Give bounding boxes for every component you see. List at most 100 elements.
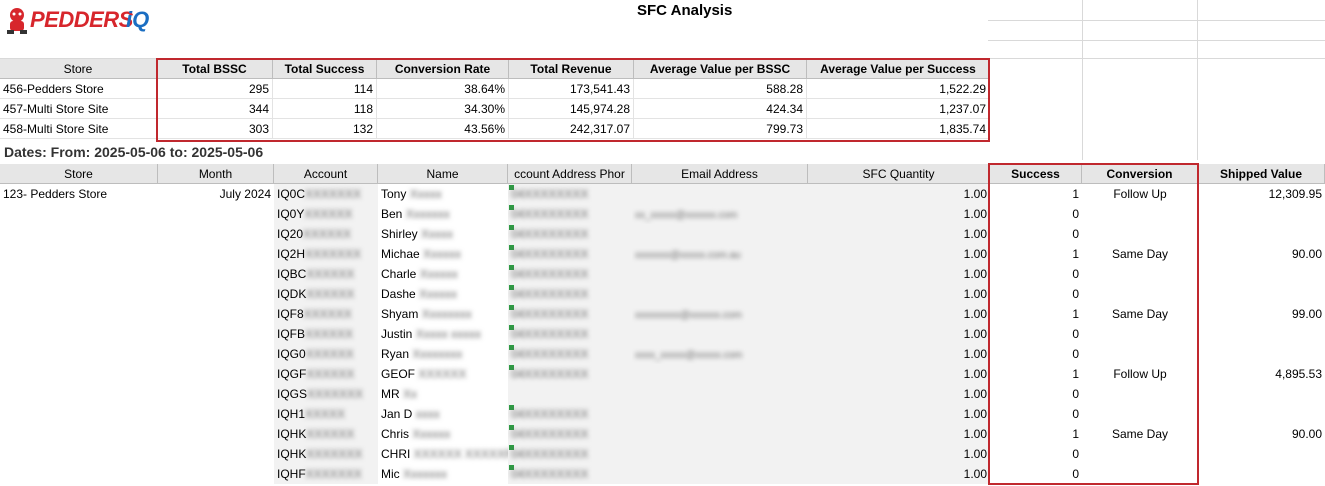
name-prefix: GEOF — [381, 367, 419, 381]
detail-header-6: SFC Quantity — [808, 164, 990, 184]
account-prefix: IQF8 — [277, 307, 304, 321]
summary-value-cell: 424.34 — [634, 99, 807, 119]
sfc-quantity-cell: 1.00 — [808, 204, 990, 224]
pedders-iq-logo: PEDDERS iQ — [4, 4, 156, 38]
account-prefix: IQ2H — [277, 247, 306, 261]
email-cell — [632, 184, 808, 204]
detail-header-2: Account — [274, 164, 378, 184]
summary-header-3: Conversion Rate — [377, 59, 509, 79]
name-redacted: XXXXXX — [418, 367, 467, 381]
phone-redacted: 04XXXXXXXX — [511, 207, 589, 221]
row-separator — [990, 484, 1082, 485]
email-cell — [632, 464, 808, 484]
account-prefix: IQ20 — [277, 227, 304, 241]
detail-header-7: Success — [990, 164, 1082, 184]
summary-value-cell: 1,835.74 — [807, 119, 990, 139]
summary-value-cell: 1,237.07 — [807, 99, 990, 119]
account-redacted: XXXXXX — [304, 207, 353, 221]
phone-cell: 04XXXXXXXX — [508, 424, 632, 444]
phone-cell: 04XXXXXXXX — [508, 324, 632, 344]
account-cell: IQBCXXXXXX — [274, 264, 378, 284]
account-redacted: XXXXXX — [303, 307, 352, 321]
phone-redacted: 04XXXXXXXX — [511, 407, 589, 421]
success-cell: 0 — [1072, 287, 1079, 301]
success-cell: 0 — [1072, 467, 1079, 481]
summary-value-cell: 118 — [273, 99, 377, 119]
email-cell: xxxxxxxxx@xxxxxx.com — [632, 304, 808, 324]
summary-store-cell: 457-Multi Store Site — [0, 99, 157, 119]
summary-header-6: Average Value per Success — [807, 59, 990, 79]
email-redacted: xxxx_xxxxx@xxxxx.com — [635, 350, 743, 361]
account-prefix: IQHK — [277, 427, 307, 441]
summary-value-cell: 588.28 — [634, 79, 807, 99]
shipped-value-cell — [1198, 464, 1325, 484]
shipped-value-cell: 90.00 — [1291, 247, 1322, 261]
sfc-quantity-cell: 1.00 — [808, 264, 990, 284]
name-cell: Chris Xxxxxx — [378, 424, 508, 444]
name-redacted: Xxxxxx — [419, 287, 458, 301]
success-cell: 1 — [1072, 307, 1079, 321]
logo-wordmark: PEDDERS — [30, 7, 133, 32]
name-cell: Ben Xxxxxxx — [378, 204, 508, 224]
sfc-quantity-cell: 1.00 — [808, 464, 990, 484]
conversion-cell: Same Day — [1111, 427, 1169, 441]
detail-month-cell: July 2024 — [219, 187, 271, 201]
name-cell: CHRI XXXXXX XXXXXR — [378, 444, 508, 464]
account-prefix: IQDK — [277, 287, 307, 301]
phone-redacted: 04XXXXXXXX — [511, 187, 589, 201]
sfc-quantity-cell: 1.00 — [808, 404, 990, 424]
row-separator — [508, 484, 632, 485]
summary-value-cell: 242,317.07 — [509, 119, 634, 139]
name-prefix: Justin — [381, 327, 416, 341]
summary-value-cell: 303 — [157, 119, 273, 139]
phone-redacted: 04XXXXXXXX — [511, 427, 589, 441]
account-redacted: XXXXXXX — [305, 187, 362, 201]
account-redacted: XXXXXX — [306, 367, 355, 381]
name-prefix: Jan D — [381, 407, 416, 421]
conversion-cell — [1082, 204, 1198, 224]
account-cell: IQ0YXXXXXX — [274, 204, 378, 224]
email-redacted: xxxxxxxxx@xxxxxx.com — [635, 310, 742, 321]
account-redacted: XXXXXX — [306, 287, 355, 301]
summary-header-4: Total Revenue — [509, 59, 634, 79]
name-redacted: Xxxxxx — [412, 427, 451, 441]
success-cell: 0 — [1072, 407, 1079, 421]
phone-cell: 04XXXXXXXX — [508, 224, 632, 244]
shipped-value-cell — [1198, 404, 1325, 424]
account-redacted: XXXXXX — [306, 267, 355, 281]
name-redacted: Xxxxx — [421, 227, 454, 241]
account-prefix: IQGF — [277, 367, 307, 381]
name-redacted: Xxxxxxxx — [412, 347, 463, 361]
email-cell — [632, 424, 808, 444]
name-redacted: Xxxxxx — [419, 267, 458, 281]
email-cell: xxxxxxx@xxxxx.com.au — [632, 244, 808, 264]
summary-value-cell: 38.64% — [377, 79, 509, 99]
shipped-value-cell — [1198, 204, 1325, 224]
name-cell: Tony Xxxxx — [378, 184, 508, 204]
sfc-quantity-cell: 1.00 — [808, 444, 990, 464]
phone-redacted: 04XXXXXXXX — [511, 367, 589, 381]
success-cell: 1 — [1072, 367, 1079, 381]
name-cell: Justin Xxxxx xxxxx — [378, 324, 508, 344]
name-redacted: XXXXXX XXXXXR — [413, 447, 508, 461]
detail-header-0: Store — [0, 164, 158, 184]
name-cell: MR Xx — [378, 384, 508, 404]
shipped-value-cell — [1198, 444, 1325, 464]
account-redacted: XXXXXXX — [305, 467, 362, 481]
account-cell: IQGSXXXXXXX — [274, 384, 378, 404]
phone-cell: 04XXXXXXXX — [508, 204, 632, 224]
name-redacted: Xxxxxxx — [405, 207, 450, 221]
sfc-quantity-cell: 1.00 — [808, 224, 990, 244]
name-cell: Ryan Xxxxxxxx — [378, 344, 508, 364]
name-prefix: Shirley — [381, 227, 422, 241]
name-prefix: Charle — [381, 267, 420, 281]
phone-redacted: 04XXXXXXXX — [511, 447, 589, 461]
account-cell: IQFBXXXXXX — [274, 324, 378, 344]
phone-redacted: 04XXXXXXXX — [511, 287, 589, 301]
success-cell: 0 — [1072, 447, 1079, 461]
sfc-quantity-cell: 1.00 — [808, 284, 990, 304]
name-redacted: Xxxxx xxxxx — [415, 327, 482, 341]
summary-value-cell: 173,541.43 — [509, 79, 634, 99]
email-cell — [632, 264, 808, 284]
account-redacted: XXXXXXX — [305, 247, 362, 261]
